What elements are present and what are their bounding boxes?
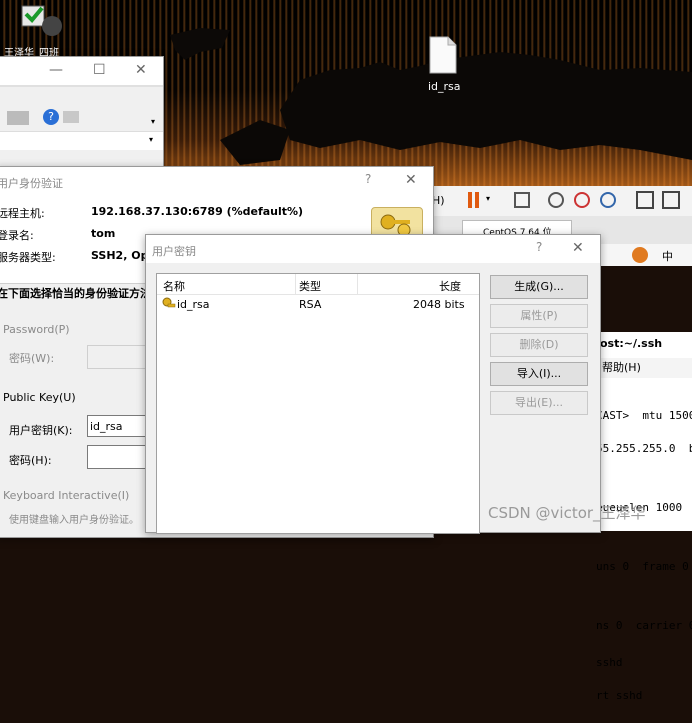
terminal-line: sshd bbox=[596, 656, 623, 669]
passphrase-field[interactable] bbox=[87, 445, 149, 469]
ime-mode[interactable]: 中 bbox=[662, 248, 673, 264]
help-icon[interactable]: ? bbox=[365, 172, 371, 186]
terminal-line: ns 0 carrier 0 bbox=[596, 619, 692, 632]
keyboard-hint: 使用键盘输入用户身份验证。 bbox=[9, 515, 139, 526]
column-name[interactable]: 名称 bbox=[163, 278, 185, 294]
user-key-select[interactable]: id_rsa bbox=[87, 415, 147, 437]
key-list[interactable]: 名称 类型 长度 id_rsa RSA 2048 bits bbox=[156, 273, 480, 534]
generate-button[interactable]: 生成(G)... bbox=[490, 275, 588, 299]
terminal-title: ost:~/.ssh bbox=[596, 332, 692, 356]
snapshot-manager-icon[interactable] bbox=[600, 192, 616, 208]
sidebar-icon[interactable] bbox=[636, 191, 654, 209]
help-icon[interactable]: ? bbox=[43, 109, 59, 125]
maximize-icon[interactable]: ☐ bbox=[93, 62, 106, 78]
user-key-dialog: 用户密钥 ? ✕ 名称 类型 长度 id_rsa RSA 2048 bits 生… bbox=[145, 234, 601, 534]
dropdown-arrow-icon[interactable]: ▾ bbox=[151, 117, 155, 126]
key-dialog-title: 用户密钥 bbox=[152, 245, 196, 258]
divider bbox=[0, 85, 163, 87]
address-bar[interactable] bbox=[0, 131, 163, 150]
dropdown-arrow-icon[interactable]: ▾ bbox=[149, 135, 153, 144]
terminal-line: CAST> mtu 1500 bbox=[596, 409, 692, 422]
login-label: 登录名: bbox=[0, 229, 34, 242]
terminal-line: 55.255.255.0 b bbox=[596, 442, 692, 455]
desktop-app-icon[interactable] bbox=[20, 4, 64, 44]
chat-icon[interactable] bbox=[63, 111, 79, 123]
close-icon[interactable]: ✕ bbox=[135, 62, 147, 78]
ime-icon[interactable] bbox=[632, 247, 648, 263]
host-value: 192.168.37.130:6789 (%default%) bbox=[91, 205, 304, 218]
host-label: 远程主机: bbox=[0, 207, 45, 220]
revert-icon[interactable] bbox=[574, 192, 590, 208]
terminal-line: uns 0 frame 0 bbox=[596, 560, 689, 573]
pause-icon-bar bbox=[475, 192, 479, 208]
close-icon[interactable]: ✕ bbox=[405, 172, 417, 188]
user-key-label: 用户密钥(K): bbox=[9, 424, 73, 437]
passphrase-label: 密码(H): bbox=[9, 454, 52, 467]
console-view-icon[interactable] bbox=[662, 191, 680, 209]
table-row[interactable]: id_rsa RSA 2048 bits bbox=[157, 296, 479, 314]
auth-dialog-titlebar: 用户身份验证 ? ✕ bbox=[0, 167, 433, 197]
snapshot-icon[interactable] bbox=[548, 192, 564, 208]
column-length[interactable]: 长度 bbox=[439, 278, 461, 294]
login-value: tom bbox=[91, 227, 116, 240]
password-label: 密码(W): bbox=[9, 352, 55, 365]
export-button[interactable]: 导出(E)... bbox=[490, 391, 588, 415]
column-type[interactable]: 类型 bbox=[299, 278, 321, 294]
column-divider bbox=[357, 274, 358, 294]
properties-button[interactable]: 属性(P) bbox=[490, 304, 588, 328]
terminal-output: CAST> mtu 1500 55.255.255.0 b eueuelen 1… bbox=[596, 388, 692, 723]
watermark: CSDN @victor_王泽华 bbox=[488, 504, 646, 522]
key-icon bbox=[162, 297, 176, 308]
pause-icon[interactable] bbox=[468, 192, 472, 208]
help-icon[interactable]: ? bbox=[536, 240, 542, 254]
public-key-section[interactable]: Public Key(U) bbox=[3, 391, 76, 404]
server-type-label: 服务器类型: bbox=[0, 251, 56, 264]
key-dialog-titlebar: 用户密钥 ? ✕ bbox=[146, 235, 600, 263]
file-label: id_rsa bbox=[428, 80, 461, 93]
password-section[interactable]: Password(P) bbox=[3, 323, 70, 336]
key-length: 2048 bits bbox=[413, 298, 465, 311]
keyboard-interactive-section[interactable]: Keyboard Interactive(I) bbox=[3, 489, 129, 502]
file-icon[interactable] bbox=[428, 36, 458, 74]
dropdown-arrow-icon[interactable]: ▾ bbox=[486, 194, 490, 203]
auth-dialog-title: 用户身份验证 bbox=[0, 177, 63, 190]
minimize-icon[interactable]: — bbox=[49, 62, 63, 78]
bg-window-titlebar: — ☐ ✕ bbox=[0, 57, 163, 85]
view-icon[interactable] bbox=[7, 111, 29, 125]
terminal-line: rt sshd bbox=[596, 689, 643, 702]
vm-toolbar: H) ▾ bbox=[430, 186, 692, 217]
key-type: RSA bbox=[299, 298, 322, 311]
password-field bbox=[87, 345, 149, 369]
column-divider bbox=[295, 274, 296, 294]
delete-button[interactable]: 删除(D) bbox=[490, 333, 588, 357]
document-icon bbox=[429, 36, 457, 74]
choose-method-label: 在下面选择恰当的身份验证方法 bbox=[0, 287, 151, 300]
close-icon[interactable]: ✕ bbox=[572, 240, 584, 256]
background-window: — ☐ ✕ ? ▾ ▾ bbox=[0, 56, 164, 178]
terminal-menu-help[interactable]: 帮助(H) bbox=[596, 358, 692, 378]
ime-bar: 中 bbox=[600, 244, 692, 266]
key-name: id_rsa bbox=[177, 298, 210, 311]
app-icon bbox=[21, 5, 62, 36]
network-icon[interactable] bbox=[514, 192, 530, 208]
key-list-header: 名称 类型 长度 bbox=[157, 274, 479, 295]
import-button[interactable]: 导入(I)... bbox=[490, 362, 588, 386]
